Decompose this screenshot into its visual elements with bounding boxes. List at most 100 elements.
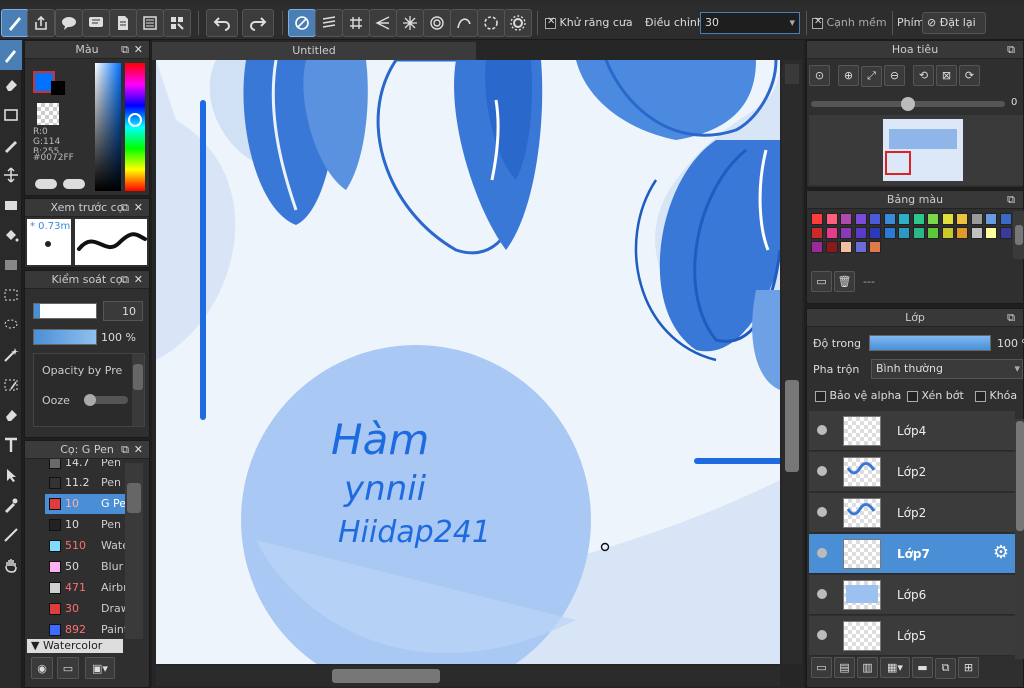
antialias-toggle[interactable]: Khử răng cưa [545, 16, 633, 29]
soft-edge-checkbox[interactable] [812, 16, 823, 29]
grid-icon[interactable] [163, 9, 191, 37]
layer-row[interactable]: Lớp2 [809, 493, 1015, 533]
brush-menu-icon[interactable]: ▣▾ [85, 657, 115, 679]
palette-swatch[interactable] [956, 227, 968, 239]
palette-swatch[interactable] [840, 227, 852, 239]
redo-icon[interactable] [242, 9, 274, 37]
gradient-tool-icon[interactable] [0, 250, 22, 280]
merge-down-icon[interactable]: ⊞ [958, 657, 979, 678]
undock-icon[interactable]: ⧉ [1007, 309, 1015, 327]
undock-icon[interactable]: ⧉ [121, 199, 129, 217]
curve-snap-icon[interactable] [450, 9, 478, 37]
undock-icon[interactable]: ⧉ [1007, 41, 1015, 59]
brush-size-slider[interactable] [33, 303, 97, 319]
clipping-toggle[interactable]: Xén bớt [907, 389, 964, 402]
fit-window-icon[interactable]: ⤢ [861, 65, 882, 87]
blend-mode-select[interactable]: Bình thường ▾ [871, 359, 1023, 379]
clipping-checkbox[interactable] [907, 390, 918, 402]
brush-tool-icon[interactable] [0, 40, 22, 70]
close-icon[interactable]: ✕ [134, 441, 143, 459]
reset-button[interactable]: ⊘ Đặt lại [922, 12, 986, 34]
palette-swatch[interactable] [840, 241, 852, 253]
palette-swatch[interactable] [840, 213, 852, 225]
select-tool-icon[interactable] [0, 280, 22, 310]
brush-group-header[interactable]: ▼ Watercolor [27, 639, 123, 653]
pen-tool-icon[interactable] [0, 130, 22, 160]
palette-swatch[interactable] [941, 213, 954, 225]
soft-edge-toggle[interactable]: Cạnh mềm [812, 16, 887, 29]
palette-swatch[interactable] [883, 213, 896, 225]
visibility-icon[interactable] [817, 507, 827, 517]
layer-row-selected[interactable]: Lớp7 ⚙ [809, 534, 1015, 574]
drawing-canvas[interactable]: Hàm ynnii Hiidap241 [156, 60, 780, 664]
palette-swatch[interactable] [985, 213, 997, 225]
snap-settings-icon[interactable] [504, 9, 532, 37]
document-icon[interactable] [109, 9, 137, 37]
palette-scrollbar[interactable] [1013, 211, 1024, 259]
palette-swatch[interactable] [825, 241, 838, 253]
document-tab[interactable]: Untitled [152, 42, 476, 60]
shape-snap-icon[interactable] [477, 9, 505, 37]
protect-alpha-checkbox[interactable] [815, 390, 826, 402]
palette-swatch[interactable] [869, 241, 881, 253]
palette-swatch[interactable] [869, 227, 881, 239]
layer-scrollbar[interactable] [1015, 419, 1024, 659]
actual-size-icon[interactable]: ⊠ [936, 65, 957, 86]
comment-icon[interactable] [55, 9, 83, 37]
palette-swatch[interactable] [912, 227, 925, 239]
brush-size-input[interactable]: 10 [103, 301, 143, 321]
select-pen-tool-icon[interactable] [0, 370, 22, 400]
brush-load-icon[interactable]: ◉ [31, 657, 53, 679]
new-folder-icon[interactable]: ▬ [912, 657, 933, 678]
palette-swatch[interactable] [854, 241, 867, 253]
delete-palette-icon[interactable]: 🗑 [834, 271, 855, 292]
cross-snap-icon[interactable] [342, 9, 370, 37]
palette-swatch[interactable] [825, 213, 838, 225]
layer-row[interactable]: Lớp5 [809, 616, 1015, 656]
palette-swatch[interactable] [883, 227, 896, 239]
palette-swatch[interactable] [811, 227, 823, 239]
canvas-horizontal-scrollbar[interactable] [156, 666, 780, 686]
no-snap-icon[interactable] [288, 9, 316, 37]
list-icon[interactable] [136, 9, 164, 37]
palette-swatch[interactable] [927, 227, 939, 239]
ooze-slider[interactable] [84, 394, 128, 406]
vanishing-point-icon[interactable] [369, 9, 397, 37]
close-icon[interactable]: ✕ [134, 41, 143, 59]
hand-tool-icon[interactable] [0, 550, 22, 580]
hue-slider[interactable] [125, 63, 145, 191]
magic-wand-tool-icon[interactable] [0, 340, 22, 370]
new-brush-icon[interactable]: ▭ [57, 657, 79, 679]
close-icon[interactable]: ✕ [134, 271, 143, 289]
visibility-icon[interactable] [817, 589, 827, 599]
new-layer-1bit-icon[interactable]: ▥ [857, 657, 878, 678]
canvas-vertical-scrollbar[interactable] [782, 60, 802, 664]
rotate-icon[interactable]: ⟲ [913, 65, 934, 86]
protect-alpha-toggle[interactable]: Bảo vệ alpha [815, 389, 901, 402]
palette-swatch[interactable] [811, 241, 823, 253]
saturation-field[interactable] [95, 63, 121, 191]
close-icon[interactable]: ✕ [134, 199, 143, 217]
zoom-slider[interactable] [811, 97, 1005, 111]
transparent-color-swatch[interactable] [37, 103, 59, 125]
fill-rect-tool-icon[interactable] [0, 190, 22, 220]
zoom-out-icon[interactable]: ⊖ [884, 65, 905, 86]
operation-tool-icon[interactable] [0, 460, 22, 490]
palette-swatch[interactable] [970, 213, 983, 225]
rectangle-tool-icon[interactable] [0, 100, 22, 130]
palette-swatch[interactable] [970, 227, 983, 239]
palette-swatch[interactable] [999, 213, 1012, 225]
eraser-tool-icon[interactable] [0, 70, 22, 100]
layer-opacity-slider[interactable] [869, 335, 991, 351]
adjust-input[interactable]: 30 ▾ [700, 12, 800, 34]
palette-swatch[interactable] [898, 227, 910, 239]
visibility-icon[interactable] [817, 630, 827, 640]
palette-swatch[interactable] [941, 227, 954, 239]
palette-swatch[interactable] [999, 227, 1012, 239]
rotate-reset-icon[interactable]: ⟳ [959, 65, 980, 86]
antialias-checkbox[interactable] [545, 16, 556, 29]
undock-icon[interactable]: ⧉ [121, 271, 129, 289]
layer-row[interactable]: Lớp4 [809, 411, 1015, 451]
circle-snap-icon[interactable] [423, 9, 451, 37]
brush-mode-icon[interactable] [1, 9, 29, 37]
